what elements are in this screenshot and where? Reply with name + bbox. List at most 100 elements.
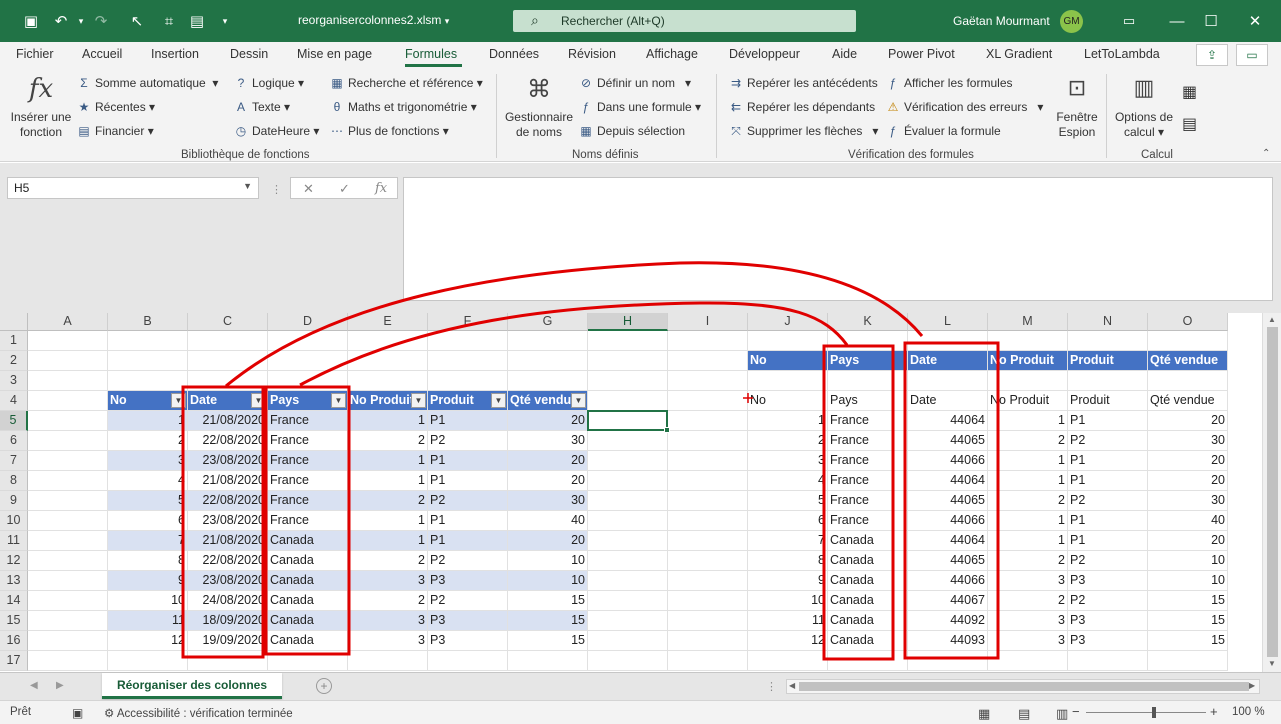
table-cell[interactable]: P3 xyxy=(428,611,508,631)
table-cell[interactable]: 9 xyxy=(108,571,188,591)
table-cell[interactable]: 2 xyxy=(348,431,428,451)
column-header-m[interactable]: M xyxy=(988,313,1068,331)
table-cell[interactable]: 21/08/2020 xyxy=(188,411,268,431)
cell-empty[interactable] xyxy=(1148,331,1228,351)
cell-empty[interactable] xyxy=(668,551,748,571)
cell-empty[interactable] xyxy=(268,651,348,671)
tab-aide[interactable]: Aide xyxy=(832,47,857,61)
cell-empty[interactable] xyxy=(588,411,668,431)
cell-empty[interactable] xyxy=(348,371,428,391)
table-cell[interactable]: 2 xyxy=(348,491,428,511)
spill-cell[interactable]: 2 xyxy=(988,551,1068,571)
row-header-4[interactable]: 4 xyxy=(0,391,28,411)
table-cell[interactable]: Canada xyxy=(268,531,348,551)
spill-cell[interactable]: Canada xyxy=(828,531,908,551)
row-header-15[interactable]: 15 xyxy=(0,611,28,631)
recent-button[interactable]: ★ Récentes ▾ xyxy=(77,100,155,114)
table-cell[interactable]: 20 xyxy=(508,411,588,431)
table-cell[interactable]: 18/09/2020 xyxy=(188,611,268,631)
filter-dropdown-icon[interactable]: ▼ xyxy=(171,393,186,408)
column-header-k[interactable]: K xyxy=(828,313,908,331)
cell-empty[interactable] xyxy=(828,651,908,671)
table-cell[interactable]: 30 xyxy=(508,491,588,511)
cell-empty[interactable] xyxy=(748,371,828,391)
cell-empty[interactable] xyxy=(28,471,108,491)
filter-dropdown-icon[interactable]: ▼ xyxy=(251,393,266,408)
cell-empty[interactable] xyxy=(908,371,988,391)
cell-empty[interactable] xyxy=(668,331,748,351)
spill-cell[interactable]: 11 xyxy=(748,611,828,631)
cell-empty[interactable] xyxy=(508,351,588,371)
page-break-icon[interactable]: ▥ xyxy=(1056,706,1068,722)
table-cell[interactable]: P3 xyxy=(428,571,508,591)
spill-cell[interactable]: P3 xyxy=(1068,611,1148,631)
spill-cell[interactable]: Canada xyxy=(828,571,908,591)
row-header-11[interactable]: 11 xyxy=(0,531,28,551)
zoom-knob[interactable] xyxy=(1152,707,1156,718)
spill-cell[interactable]: Canada xyxy=(828,591,908,611)
row-header-2[interactable]: 2 xyxy=(0,351,28,371)
cell-empty[interactable] xyxy=(828,331,908,351)
collapse-ribbon-icon[interactable]: ⌃ xyxy=(1262,148,1270,159)
cell-empty[interactable] xyxy=(1148,651,1228,671)
table-cell[interactable]: Canada xyxy=(268,551,348,571)
spill-cell[interactable]: 3 xyxy=(988,571,1068,591)
spill-cell[interactable]: 15 xyxy=(1148,591,1228,611)
show-formulas-button[interactable]: ƒ Afficher les formules xyxy=(886,76,1013,90)
table-cell[interactable]: P3 xyxy=(428,631,508,651)
cell-empty[interactable] xyxy=(588,391,668,411)
cell-empty[interactable] xyxy=(108,331,188,351)
table-cell[interactable]: 7 xyxy=(108,531,188,551)
prev-sheet-icon[interactable]: ◀ xyxy=(30,680,38,691)
spill-header-cell[interactable]: No xyxy=(748,351,828,371)
formula-input[interactable] xyxy=(403,177,1273,301)
cell-empty[interactable] xyxy=(428,371,508,391)
table-header-cell[interactable]: Qté vendue ▼ xyxy=(508,391,588,411)
spill-cell[interactable]: France xyxy=(828,431,908,451)
spill-cell[interactable]: 44065 xyxy=(908,551,988,571)
cell-empty[interactable] xyxy=(588,331,668,351)
cell-empty[interactable] xyxy=(988,371,1068,391)
fx-icon[interactable]: fx xyxy=(375,181,387,196)
spill-cell[interactable]: 9 xyxy=(748,571,828,591)
cell-empty[interactable] xyxy=(28,331,108,351)
table-cell[interactable]: 4 xyxy=(108,471,188,491)
table-cell[interactable]: Canada xyxy=(268,631,348,651)
column-header-f[interactable]: F xyxy=(428,313,508,331)
table-cell[interactable]: 23/08/2020 xyxy=(188,571,268,591)
table-cell[interactable]: P2 xyxy=(428,491,508,511)
cell-empty[interactable] xyxy=(28,571,108,591)
spill-cell[interactable]: 2 xyxy=(748,431,828,451)
add-sheet-icon[interactable]: + xyxy=(316,678,332,694)
spill-cell[interactable]: 30 xyxy=(1148,431,1228,451)
cell-empty[interactable] xyxy=(28,451,108,471)
cell-empty[interactable] xyxy=(988,651,1068,671)
table-cell[interactable]: France xyxy=(268,451,348,471)
cell-empty[interactable] xyxy=(28,591,108,611)
table-cell[interactable]: 1 xyxy=(348,411,428,431)
cell-empty[interactable] xyxy=(588,611,668,631)
cell-empty[interactable] xyxy=(668,611,748,631)
table-cell[interactable]: 10 xyxy=(108,591,188,611)
spill-cell[interactable]: P2 xyxy=(1068,431,1148,451)
save-icon[interactable]: ▣ xyxy=(20,10,42,32)
table-cell[interactable]: P1 xyxy=(428,531,508,551)
cell-empty[interactable] xyxy=(668,531,748,551)
cell-empty[interactable] xyxy=(908,331,988,351)
math-button[interactable]: θ Maths et trigonométrie ▾ xyxy=(330,100,477,114)
cell-empty[interactable] xyxy=(908,651,988,671)
filter-dropdown-icon[interactable]: ▼ xyxy=(331,393,346,408)
row-header-3[interactable]: 3 xyxy=(0,371,28,391)
sheet-tab-active[interactable]: Réorganiser des colonnes xyxy=(102,673,282,699)
spill-cell[interactable]: France xyxy=(828,411,908,431)
spill-cell[interactable]: P2 xyxy=(1068,591,1148,611)
zoom-level[interactable]: 100 % xyxy=(1232,706,1265,718)
zoom-slider[interactable] xyxy=(1086,707,1206,718)
undo-icon[interactable]: ↶ xyxy=(50,10,72,32)
spill-cell[interactable]: P1 xyxy=(1068,471,1148,491)
filter-dropdown-icon[interactable]: ▼ xyxy=(571,393,586,408)
scroll-down-icon[interactable]: ▼ xyxy=(1268,659,1276,668)
table-cell[interactable]: 22/08/2020 xyxy=(188,551,268,571)
table-header-cell[interactable]: Date ▼ xyxy=(188,391,268,411)
cell-empty[interactable] xyxy=(588,451,668,471)
